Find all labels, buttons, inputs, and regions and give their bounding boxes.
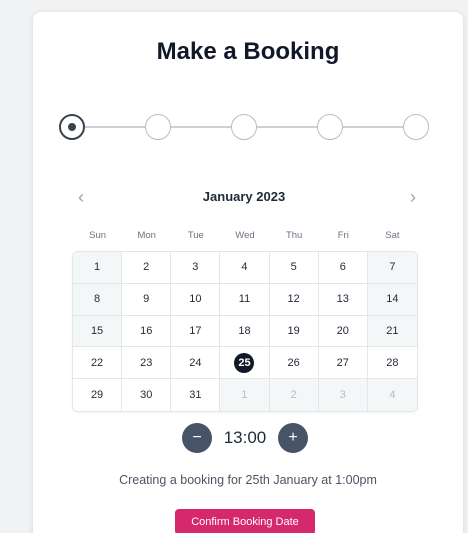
calendar-day[interactable]: 5 xyxy=(269,252,319,284)
chevron-right-icon[interactable]: › xyxy=(403,186,423,208)
day-number: 11 xyxy=(238,293,251,306)
calendar-day[interactable]: 10 xyxy=(171,283,221,316)
step-3-indicator[interactable] xyxy=(231,114,257,140)
day-number: 1 xyxy=(241,389,248,402)
weekday-label: Sun xyxy=(89,230,107,241)
day-number: 18 xyxy=(238,324,251,337)
calendar-day[interactable]: 24 xyxy=(171,347,221,380)
time-selector: − 13:00 + xyxy=(33,422,463,454)
calendar-day[interactable]: 7 xyxy=(367,252,417,284)
calendar-day[interactable]: 20 xyxy=(318,315,368,348)
day-number: 31 xyxy=(189,389,202,402)
day-number: 21 xyxy=(386,324,399,337)
step-4-indicator[interactable] xyxy=(317,114,343,140)
day-number: 9 xyxy=(143,293,150,306)
day-number: 22 xyxy=(90,356,104,369)
day-number: 24 xyxy=(189,356,202,369)
day-number: 10 xyxy=(189,293,202,306)
step-2-indicator[interactable] xyxy=(145,114,171,140)
day-number: 2 xyxy=(290,389,297,402)
weekday-label: Tue xyxy=(187,230,204,241)
day-number: 27 xyxy=(336,356,349,369)
day-number: 3 xyxy=(192,261,199,274)
calendar-grid: 1 2 3 4 5 6 7 8 9 10 11 12 13 14 15 16 1… xyxy=(72,251,418,412)
calendar-day-next-month: 2 xyxy=(269,379,319,411)
calendar-day[interactable]: 23 xyxy=(122,347,172,380)
calendar-day-selected[interactable]: 25 xyxy=(220,347,270,380)
time-value: 13:00 xyxy=(223,428,267,447)
page-title: Make a Booking xyxy=(156,38,340,65)
calendar-day[interactable]: 12 xyxy=(269,283,319,316)
day-number: 4 xyxy=(241,261,248,274)
day-number: 20 xyxy=(336,324,349,337)
active-dot-icon xyxy=(68,123,76,131)
calendar-day-next-month: 3 xyxy=(318,379,368,411)
calendar-day[interactable]: 13 xyxy=(318,283,368,316)
increment-time-button[interactable]: + xyxy=(278,423,308,453)
weekday-header: Sun Mon Tue Wed Thu Fri Sat xyxy=(73,230,417,241)
day-number: 23 xyxy=(140,356,153,369)
calendar-day[interactable]: 15 xyxy=(73,315,123,348)
day-number: 4 xyxy=(389,389,396,402)
calendar-day[interactable]: 22 xyxy=(73,347,123,380)
booking-summary: Creating a booking for 25th January at 1… xyxy=(119,473,377,487)
weekday-label: Mon xyxy=(137,230,156,241)
calendar-day[interactable]: 26 xyxy=(269,347,319,380)
calendar-day[interactable]: 18 xyxy=(220,315,270,348)
weekday-label: Thu xyxy=(285,230,303,241)
calendar-day-next-month: 4 xyxy=(367,379,417,411)
day-number: 14 xyxy=(386,293,399,306)
calendar-day[interactable]: 28 xyxy=(367,347,417,380)
step-5-indicator[interactable] xyxy=(403,114,429,140)
calendar-day[interactable]: 6 xyxy=(318,252,368,284)
calendar-day[interactable]: 8 xyxy=(73,283,123,316)
day-number: 13 xyxy=(336,293,349,306)
calendar-day[interactable]: 19 xyxy=(269,315,319,348)
weekday-label: Fri xyxy=(337,230,349,241)
day-number: 29 xyxy=(90,389,104,402)
calendar-day-next-month: 1 xyxy=(220,379,270,411)
day-number: 30 xyxy=(140,389,153,402)
decrement-time-button[interactable]: − xyxy=(182,423,212,453)
day-number: 6 xyxy=(339,261,346,274)
day-number: 1 xyxy=(94,261,101,274)
day-number: 15 xyxy=(90,324,104,337)
day-number: 19 xyxy=(287,324,300,337)
day-number: 28 xyxy=(386,356,399,369)
day-number: 2 xyxy=(143,261,150,274)
day-number: 17 xyxy=(189,324,202,337)
calendar-day[interactable]: 29 xyxy=(73,379,123,411)
calendar-day[interactable]: 30 xyxy=(122,379,172,411)
calendar-day[interactable]: 27 xyxy=(318,347,368,380)
calendar-day[interactable]: 11 xyxy=(220,283,270,316)
calendar-day[interactable]: 14 xyxy=(367,283,417,316)
step-1-indicator[interactable] xyxy=(59,114,85,140)
day-number: 16 xyxy=(140,324,153,337)
calendar-day[interactable]: 16 xyxy=(122,315,172,348)
booking-card: Make a Booking ‹ January 2023 › Sun Mon … xyxy=(33,12,463,533)
day-number: 7 xyxy=(389,261,396,274)
calendar-day[interactable]: 2 xyxy=(122,252,172,284)
confirm-booking-button[interactable]: Confirm Booking Date xyxy=(175,509,315,533)
weekday-label: Sat xyxy=(385,230,400,241)
day-number: 25 xyxy=(234,352,255,373)
month-navigation: ‹ January 2023 › xyxy=(71,186,417,208)
weekday-label: Wed xyxy=(235,230,255,241)
calendar-day[interactable]: 17 xyxy=(171,315,221,348)
calendar-day[interactable]: 21 xyxy=(367,315,417,348)
calendar-day[interactable]: 4 xyxy=(220,252,270,284)
day-number: 12 xyxy=(287,293,300,306)
day-number: 5 xyxy=(290,261,297,274)
month-label: January 2023 xyxy=(202,189,286,204)
calendar-day[interactable]: 3 xyxy=(171,252,221,284)
day-number: 8 xyxy=(94,293,101,306)
calendar-day[interactable]: 9 xyxy=(122,283,172,316)
day-number: 3 xyxy=(339,389,346,402)
progress-stepper xyxy=(59,114,431,140)
calendar-day[interactable]: 31 xyxy=(171,379,221,411)
day-number: 26 xyxy=(287,356,300,369)
calendar-day[interactable]: 1 xyxy=(73,252,123,284)
